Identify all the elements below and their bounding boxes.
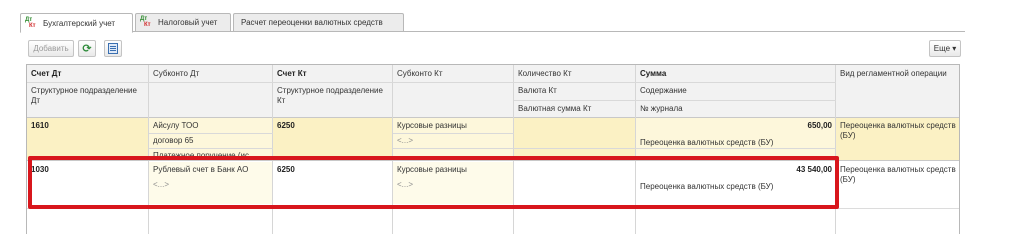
header-nomer-zhurnala[interactable]: № журнала bbox=[640, 104, 683, 114]
tab-label: Расчет переоценки валютных средств bbox=[241, 18, 383, 27]
cell-vid-operacii: Переоценка валютных средств (БУ) bbox=[840, 165, 956, 184]
cell-schet-dt: 1610 bbox=[31, 121, 49, 130]
header-schet-dt[interactable]: Счет Дт bbox=[31, 69, 61, 79]
highlight-frame bbox=[28, 156, 839, 209]
tab-tax[interactable]: Дт Кт Налоговый учет bbox=[135, 13, 231, 32]
cell-vid-operacii: Переоценка валютных средств (БУ) bbox=[840, 121, 956, 140]
header-vid-operacii[interactable]: Вид регламентной операции bbox=[840, 69, 952, 79]
add-button[interactable]: Добавить bbox=[28, 40, 74, 57]
cell-subkonto-kt-1: Курсовые разницы bbox=[397, 121, 467, 130]
tab-label: Налоговый учет bbox=[158, 18, 218, 27]
debit-credit-icon: Дт Кт bbox=[25, 16, 36, 29]
header-podrazdelenie-kt[interactable]: Структурное подразделение Кт bbox=[277, 86, 387, 106]
document-icon bbox=[108, 43, 118, 54]
header-subkonto-kt[interactable]: Субконто Кт bbox=[397, 69, 442, 79]
report-button[interactable] bbox=[104, 40, 122, 57]
cell-subkonto-kt-2: <...> bbox=[397, 136, 414, 145]
header-podrazdelenie-dt[interactable]: Структурное подразделение Дт bbox=[31, 86, 141, 106]
refresh-button[interactable]: ⟳ bbox=[78, 40, 96, 57]
header-kolichestvo-kt[interactable]: Количество Кт bbox=[518, 69, 572, 79]
header-summa[interactable]: Сумма bbox=[640, 69, 666, 79]
tab-label: Бухгалтерский учет bbox=[43, 18, 116, 28]
header-valyuta-kt[interactable]: Валюта Кт bbox=[518, 86, 557, 96]
cell-schet-kt: 6250 bbox=[277, 121, 295, 130]
tab-accounting[interactable]: Дт Кт Бухгалтерский учет bbox=[20, 13, 133, 33]
more-button[interactable]: Еще ▾ bbox=[929, 40, 961, 57]
header-valyutnaya-summa-kt[interactable]: Валютная сумма Кт bbox=[518, 104, 591, 114]
cell-soderzhanie: Переоценка валютных средств (БУ) bbox=[640, 138, 774, 147]
tab-bar: Дт Кт Бухгалтерский учет Дт Кт Налоговый у… bbox=[20, 13, 965, 33]
header-schet-kt[interactable]: Счет Кт bbox=[277, 69, 307, 79]
debit-credit-icon: Дт Кт bbox=[140, 16, 151, 28]
tab-revaluation[interactable]: Расчет переоценки валютных средств bbox=[233, 13, 404, 32]
cell-subkonto-dt-1: Айсулу ТОО bbox=[153, 121, 199, 130]
cell-subkonto-dt-2: договор 65 bbox=[153, 136, 194, 145]
header-subkonto-dt[interactable]: Субконто Дт bbox=[153, 69, 199, 79]
refresh-icon: ⟳ bbox=[82, 43, 92, 55]
header-soderzhanie[interactable]: Содержание bbox=[640, 86, 687, 96]
cell-summa: 650,00 bbox=[807, 121, 832, 130]
tab-divider bbox=[20, 31, 965, 32]
